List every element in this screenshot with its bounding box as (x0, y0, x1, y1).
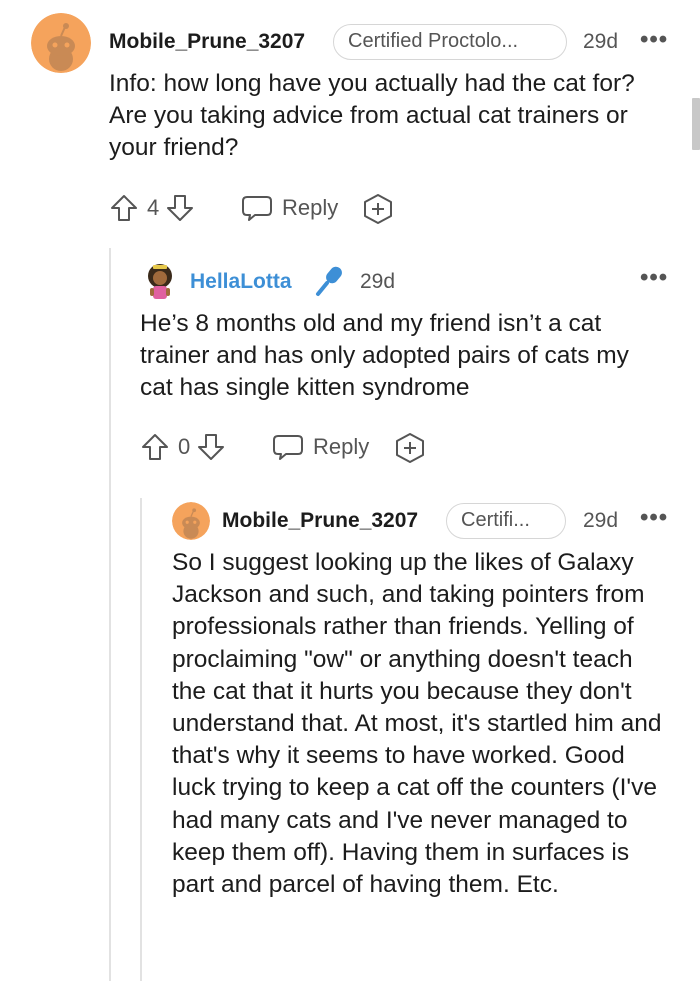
custom-avatar-icon (140, 262, 180, 302)
upvote-icon[interactable] (109, 193, 139, 223)
thread-line[interactable] (140, 498, 142, 981)
reply-label: Reply (282, 195, 339, 220)
vote-count: 4 (147, 195, 160, 220)
more-options-button[interactable]: ••• (640, 26, 668, 54)
scrollbar[interactable] (692, 98, 700, 150)
upvote-icon[interactable] (140, 432, 170, 462)
vote-count: 0 (178, 434, 191, 459)
reply-button[interactable]: Reply (271, 431, 369, 463)
vote-controls: 4 (109, 192, 195, 224)
username[interactable]: Mobile_Prune_3207 (222, 509, 418, 533)
comment-bubble-icon (271, 432, 305, 462)
username[interactable]: HellaLotta (190, 270, 292, 294)
thread-line[interactable] (109, 248, 111, 981)
downvote-icon[interactable] (196, 432, 226, 462)
avatar[interactable] (172, 502, 210, 540)
comment-body: He’s 8 months old and my friend isn’t a … (140, 310, 629, 402)
vote-controls: 0 (140, 431, 226, 463)
reply-button[interactable]: Reply (240, 192, 338, 224)
timestamp: 29d (360, 270, 396, 293)
timestamp: 29d (583, 30, 619, 53)
comment-bubble-icon (240, 193, 274, 223)
snoo-avatar-icon (31, 13, 91, 73)
award-add-icon[interactable] (393, 432, 427, 464)
downvote-icon[interactable] (165, 193, 195, 223)
microphone-icon (314, 262, 348, 298)
user-flair: Certifi... (446, 503, 566, 539)
avatar[interactable] (140, 262, 180, 302)
award-add-icon[interactable] (361, 193, 395, 225)
reply-label: Reply (313, 434, 370, 459)
timestamp: 29d (583, 509, 619, 532)
comment-body: Info: how long have you actually had the… (109, 70, 635, 162)
snoo-avatar-icon (172, 502, 210, 540)
user-flair: Certified Proctolo... (333, 24, 567, 60)
avatar[interactable] (31, 13, 91, 73)
comment-body: So I suggest looking up the likes of Gal… (172, 549, 662, 899)
more-options-button[interactable]: ••• (640, 264, 668, 292)
username[interactable]: Mobile_Prune_3207 (109, 30, 305, 54)
more-options-button[interactable]: ••• (640, 504, 668, 532)
